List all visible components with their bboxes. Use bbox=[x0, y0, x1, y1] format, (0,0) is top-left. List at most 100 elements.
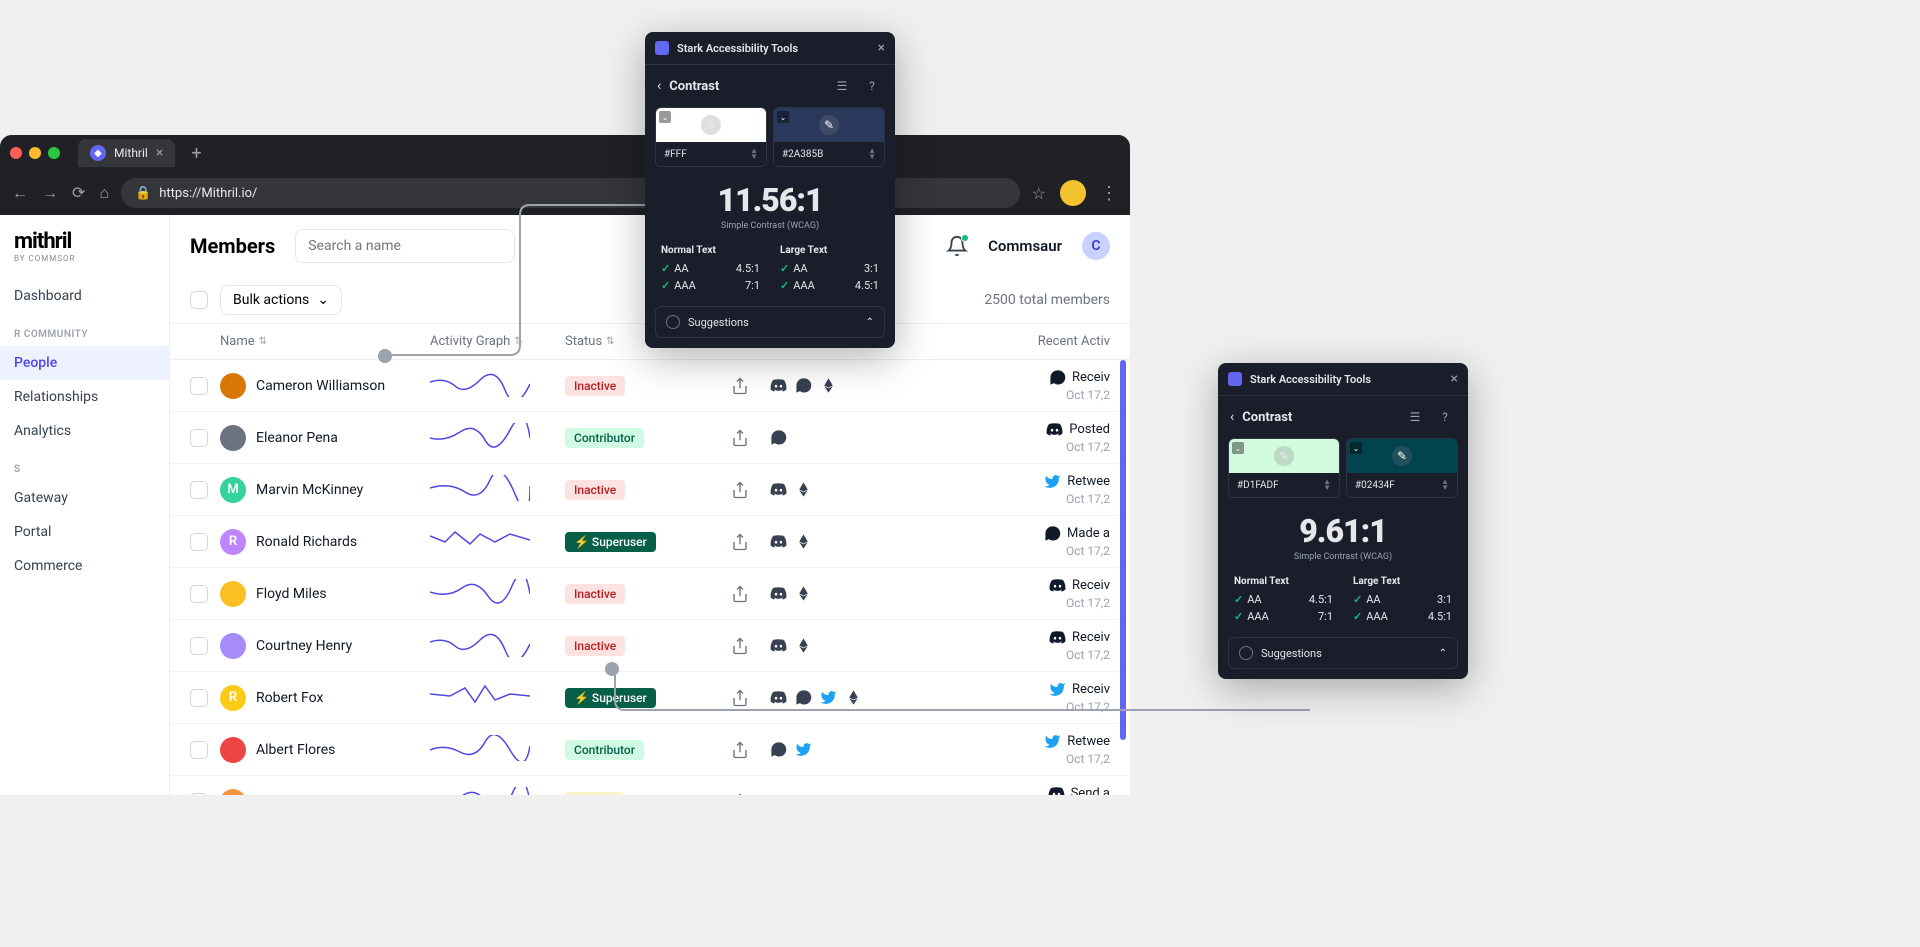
sidebar-item-analytics[interactable]: Analytics bbox=[0, 414, 169, 448]
status-badge: Contributor bbox=[565, 739, 710, 760]
eyedropper-icon[interactable]: ✎ bbox=[819, 115, 839, 135]
stepper-icon[interactable]: ▲▼ bbox=[750, 148, 758, 160]
close-tab-icon[interactable]: × bbox=[156, 145, 163, 161]
row-checkbox[interactable] bbox=[190, 741, 208, 759]
close-icon[interactable]: × bbox=[1451, 371, 1458, 387]
back-icon[interactable]: ‹ bbox=[1230, 409, 1234, 425]
close-window[interactable] bbox=[10, 147, 22, 159]
share-button[interactable] bbox=[710, 741, 770, 759]
sidebar-label-tools: S bbox=[0, 448, 169, 481]
notifications-button[interactable] bbox=[946, 235, 968, 257]
avatar bbox=[220, 425, 246, 451]
home-icon[interactable]: ⌂ bbox=[99, 183, 109, 203]
sidebar-item-people[interactable]: People bbox=[0, 346, 169, 380]
row-checkbox[interactable] bbox=[190, 481, 208, 499]
back-icon[interactable]: ‹ bbox=[657, 78, 661, 94]
select-all-checkbox[interactable] bbox=[190, 291, 208, 309]
member-name: Eleanor Pena bbox=[220, 425, 430, 451]
table-row[interactable]: M Marvin McKinney Inactive Retwee Oct 17… bbox=[170, 464, 1130, 516]
tab-title: Mithril bbox=[114, 146, 148, 160]
swatch-foreground[interactable]: ⌄✎ #D1FADF▲▼ bbox=[1228, 438, 1340, 498]
share-button[interactable] bbox=[710, 585, 770, 603]
close-icon[interactable]: × bbox=[878, 40, 885, 56]
eyedropper-icon[interactable]: ✎ bbox=[1392, 446, 1412, 466]
forward-icon[interactable]: → bbox=[42, 183, 58, 203]
share-button[interactable] bbox=[710, 793, 770, 796]
table-row[interactable]: J Jerome Bell Regular Send a Oct 17,2 bbox=[170, 776, 1130, 795]
chevron-down-icon[interactable]: ⌄ bbox=[1350, 442, 1362, 454]
sidebar-item-commerce[interactable]: Commerce bbox=[0, 549, 169, 583]
share-button[interactable] bbox=[710, 689, 770, 707]
chevron-down-icon[interactable]: ⌄ bbox=[1232, 442, 1244, 454]
profile-avatar[interactable] bbox=[1060, 180, 1086, 206]
share-button[interactable] bbox=[710, 533, 770, 551]
recent-activity: Made a Oct 17,2 bbox=[905, 525, 1110, 558]
table-row[interactable]: Albert Flores Contributor Retwee Oct 17,… bbox=[170, 724, 1130, 776]
check-icon: ✓ bbox=[1234, 593, 1243, 606]
member-name: R Robert Fox bbox=[220, 685, 430, 711]
chevron-up-icon: ⌃ bbox=[1439, 648, 1447, 659]
settings-icon[interactable]: ☰ bbox=[1404, 406, 1426, 428]
address-bar: ← → ⟳ ⌂ 🔒 https://Mithril.io/ ☆ ⋮ bbox=[0, 171, 1130, 215]
stark-nav: ‹ Contrast ☰ ? bbox=[1218, 396, 1468, 438]
chevron-down-icon[interactable]: ⌄ bbox=[659, 111, 671, 123]
table-row[interactable]: Floyd Miles Inactive Receiv Oct 17,2 bbox=[170, 568, 1130, 620]
settings-icon[interactable]: ☰ bbox=[831, 75, 853, 97]
eyedropper-icon[interactable]: ✎ bbox=[1274, 446, 1294, 466]
suggestions-button[interactable]: Suggestions ⌃ bbox=[1228, 637, 1458, 669]
help-icon[interactable]: ? bbox=[861, 75, 883, 97]
help-icon[interactable]: ? bbox=[1434, 406, 1456, 428]
col-activity[interactable]: Recent Activ bbox=[930, 334, 1110, 349]
browser-menu-icon[interactable]: ⋮ bbox=[1100, 183, 1118, 204]
row-checkbox[interactable] bbox=[190, 793, 208, 796]
share-button[interactable] bbox=[710, 377, 770, 395]
table-row[interactable]: R Ronald Richards ⚡ Superuser Made a Oct… bbox=[170, 516, 1130, 568]
share-button[interactable] bbox=[710, 429, 770, 447]
maximize-window[interactable] bbox=[48, 147, 60, 159]
row-checkbox[interactable] bbox=[190, 533, 208, 551]
sidebar-item-gateway[interactable]: Gateway bbox=[0, 481, 169, 515]
stepper-icon[interactable]: ▲▼ bbox=[868, 148, 876, 160]
swatch-background[interactable]: ⌄✎ #2A385B▲▼ bbox=[773, 107, 885, 167]
table-row[interactable]: Eleanor Pena Contributor Posted Oct 17,2 bbox=[170, 412, 1130, 464]
row-checkbox[interactable] bbox=[190, 585, 208, 603]
sidebar-item-relationships[interactable]: Relationships bbox=[0, 380, 169, 414]
recent-activity: Receiv Oct 17,2 bbox=[905, 681, 1110, 714]
avatar: R bbox=[220, 685, 246, 711]
row-checkbox[interactable] bbox=[190, 429, 208, 447]
user-avatar[interactable]: C bbox=[1082, 232, 1110, 260]
row-checkbox[interactable] bbox=[190, 637, 208, 655]
table-row[interactable]: Courtney Henry Inactive Receiv Oct 17,2 bbox=[170, 620, 1130, 672]
member-name: R Ronald Richards bbox=[220, 529, 430, 555]
new-tab-button[interactable]: + bbox=[183, 143, 209, 164]
sidebar-item-portal[interactable]: Portal bbox=[0, 515, 169, 549]
swatch-background[interactable]: ⌄✎ #02434F▲▼ bbox=[1346, 438, 1458, 498]
stepper-icon[interactable]: ▲▼ bbox=[1441, 479, 1449, 491]
minimize-window[interactable] bbox=[29, 147, 41, 159]
share-button[interactable] bbox=[710, 637, 770, 655]
stepper-icon[interactable]: ▲▼ bbox=[1323, 479, 1331, 491]
check-icon: ✓ bbox=[1234, 610, 1243, 623]
col-name[interactable]: Name⇅ bbox=[220, 334, 430, 349]
suggestions-button[interactable]: Suggestions ⌃ bbox=[655, 306, 885, 338]
eyedropper-icon[interactable]: ✎ bbox=[701, 115, 721, 135]
recent-activity: Receiv Oct 17,2 bbox=[905, 577, 1110, 610]
star-icon[interactable]: ☆ bbox=[1032, 184, 1046, 203]
sidebar-item-dashboard[interactable]: Dashboard bbox=[0, 279, 169, 313]
swatch-foreground[interactable]: ⌄✎ #FFF▲▼ bbox=[655, 107, 767, 167]
scrollbar[interactable] bbox=[1120, 360, 1126, 740]
chevron-down-icon[interactable]: ⌄ bbox=[777, 111, 789, 123]
bulk-actions-button[interactable]: Bulk actions ⌄ bbox=[220, 285, 342, 315]
table-row[interactable]: Cameron Williamson Inactive Receiv Oct 1… bbox=[170, 360, 1130, 412]
browser-tab[interactable]: ◆ Mithril × bbox=[78, 139, 175, 167]
table-row[interactable]: R Robert Fox ⚡ Superuser Receiv Oct 17,2 bbox=[170, 672, 1130, 724]
share-button[interactable] bbox=[710, 481, 770, 499]
activity-sparkline bbox=[430, 787, 565, 796]
reload-icon[interactable]: ⟳ bbox=[72, 183, 85, 203]
back-icon[interactable]: ← bbox=[12, 183, 28, 203]
row-checkbox[interactable] bbox=[190, 377, 208, 395]
col-graph[interactable]: Activity Graph⇅ bbox=[430, 334, 565, 349]
row-checkbox[interactable] bbox=[190, 689, 208, 707]
search-input[interactable] bbox=[295, 229, 515, 263]
stark-panel-1: Stark Accessibility Tools × ‹ Contrast ☰… bbox=[645, 32, 895, 348]
